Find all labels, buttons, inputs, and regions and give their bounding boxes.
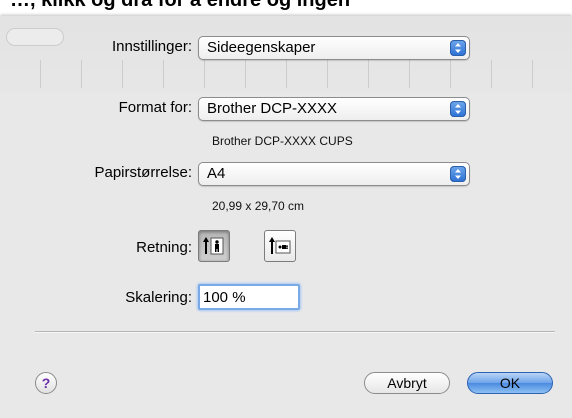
page-setup-sheet <box>0 16 572 418</box>
landscape-orientation-button[interactable] <box>264 230 296 262</box>
divider <box>35 331 555 333</box>
format-for-popup[interactable]: Brother DCP-XXXX <box>198 97 470 121</box>
popup-stepper-icon <box>450 101 466 117</box>
portrait-orientation-button[interactable] <box>198 230 230 262</box>
help-button[interactable]: ? <box>35 372 57 394</box>
paper-size-popup-value: A4 <box>207 165 226 182</box>
settings-label: Innstillinger: <box>111 38 192 55</box>
portrait-icon <box>203 237 224 255</box>
format-for-label: Format for: <box>118 99 192 116</box>
format-for-popup-value: Brother DCP-XXXX <box>207 100 338 117</box>
background-button <box>6 28 64 46</box>
landscape-icon <box>269 237 291 254</box>
popup-stepper-icon <box>450 40 466 56</box>
printer-driver-info: Brother DCP-XXXX CUPS <box>212 134 353 148</box>
paper-size-popup[interactable]: A4 <box>198 162 470 186</box>
settings-popup[interactable]: Sideegenskaper <box>198 36 470 60</box>
cancel-button[interactable]: Avbryt <box>364 372 450 394</box>
background-document-text: …, klikk og dra for å endre og ingen <box>10 0 351 11</box>
paper-dimensions: 20,99 x 29,70 cm <box>212 199 305 213</box>
scaling-label: Skalering: <box>125 289 192 306</box>
settings-popup-value: Sideegenskaper <box>207 39 316 56</box>
ok-button[interactable]: OK <box>467 372 553 394</box>
background-ruler <box>0 60 572 88</box>
paper-size-label: Papirstørrelse: <box>94 164 192 181</box>
help-icon: ? <box>41 375 51 391</box>
popup-stepper-icon <box>450 166 466 182</box>
scaling-input[interactable] <box>198 284 300 310</box>
orientation-label: Retning: <box>136 239 192 256</box>
